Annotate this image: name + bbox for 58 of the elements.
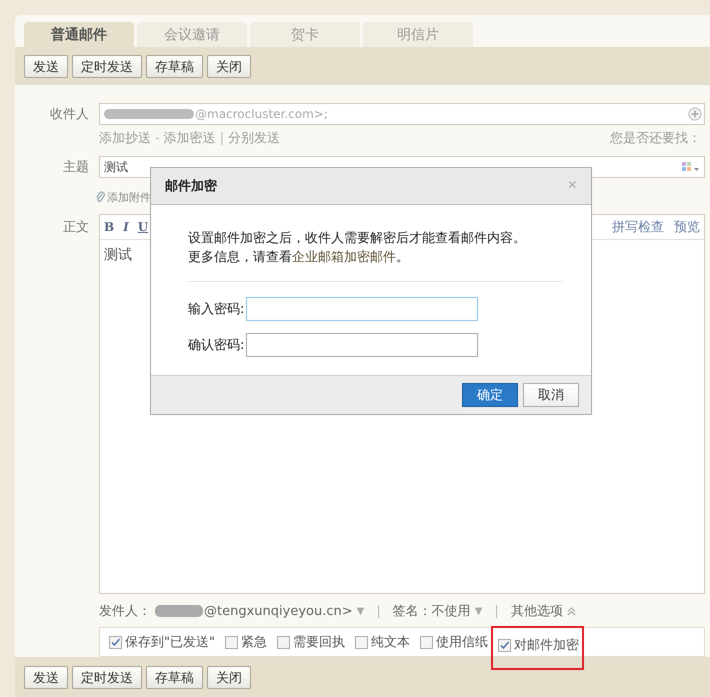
help-link[interactable]: 企业邮箱加密邮件: [292, 250, 396, 265]
option-checkbox[interactable]: 对邮件加密: [490, 626, 584, 670]
cancel-button[interactable]: 取消: [523, 383, 579, 407]
separator: |: [376, 604, 381, 618]
format-button[interactable]: U: [138, 220, 148, 234]
option-checkbox[interactable]: 纯文本: [354, 633, 410, 651]
format-button[interactable]: B: [104, 220, 114, 234]
more-options-link[interactable]: 其他选项: [510, 602, 563, 620]
tab[interactable]: 普通邮件: [24, 22, 134, 47]
add-icon[interactable]: [688, 107, 702, 121]
separator: |: [494, 604, 499, 618]
field-label: 输入密码:: [188, 301, 246, 318]
option-checkbox[interactable]: 保存到"已发送": [109, 633, 215, 651]
link-separator: -: [155, 131, 160, 146]
signature-label: 签名：: [392, 603, 432, 620]
subject-value: 测试: [104, 158, 128, 176]
dialog-info: 更多信息，请查看企业邮箱加密邮件。: [188, 249, 410, 267]
checkbox[interactable]: [276, 636, 290, 648]
checkbox[interactable]: [498, 638, 511, 652]
field-label: 主题: [62, 159, 90, 176]
collapse-icon[interactable]: [566, 606, 576, 616]
toolbar-button[interactable]: 关闭: [207, 666, 251, 688]
editor-link[interactable]: 预览: [674, 220, 700, 235]
toolbar-button[interactable]: 定时发送: [72, 54, 142, 78]
dialog-message: 设置邮件加密之后，收件人需要解密后才能查看邮件内容。: [188, 230, 527, 248]
toolbar-button[interactable]: 定时发送: [72, 666, 142, 688]
signature-value[interactable]: 不使用: [432, 602, 471, 620]
toolbar-button[interactable]: 存草稿: [146, 54, 203, 78]
sender-label: 发件人：: [99, 603, 151, 620]
checkbox[interactable]: [420, 636, 433, 648]
option-checkbox[interactable]: 紧急: [224, 633, 267, 651]
recipient-address: @macrocluster.com>;: [195, 107, 328, 121]
toolbar-button[interactable]: 关闭: [207, 54, 251, 78]
toolbar-button[interactable]: 发送: [24, 666, 68, 688]
toolbar-button[interactable]: 发送: [24, 54, 68, 78]
dialog-title: 邮件加密: [165, 178, 217, 195]
field-label: 确认密码:: [188, 337, 246, 354]
format-button[interactable]: I: [123, 220, 129, 234]
checkbox[interactable]: [224, 636, 238, 648]
toolbar-button[interactable]: 存草稿: [146, 666, 203, 688]
password-field[interactable]: [246, 297, 478, 321]
blurred-name: [155, 605, 203, 617]
checkbox[interactable]: [354, 636, 368, 648]
password-field[interactable]: [246, 333, 478, 357]
confirm-button[interactable]: 确定: [462, 383, 518, 407]
option-checkbox[interactable]: 使用信纸: [420, 633, 488, 651]
suggest-label: 您是否还要找：: [610, 130, 701, 147]
checkbox[interactable]: [109, 636, 122, 648]
paperclip-icon: [95, 190, 106, 204]
attach-link[interactable]: 添加附件: [107, 190, 151, 204]
body-text[interactable]: 测试: [104, 246, 132, 264]
link-separator: |: [220, 131, 224, 146]
sender-address[interactable]: @tengxunqiyeyou.cn>: [204, 604, 353, 618]
editor-link[interactable]: 拼写检查: [612, 220, 664, 235]
option-checkbox[interactable]: 需要回执: [276, 633, 345, 651]
field-label: 正文: [62, 219, 90, 236]
grid-dropdown-icon[interactable]: [682, 162, 700, 172]
field-label: 收件人: [49, 106, 90, 123]
